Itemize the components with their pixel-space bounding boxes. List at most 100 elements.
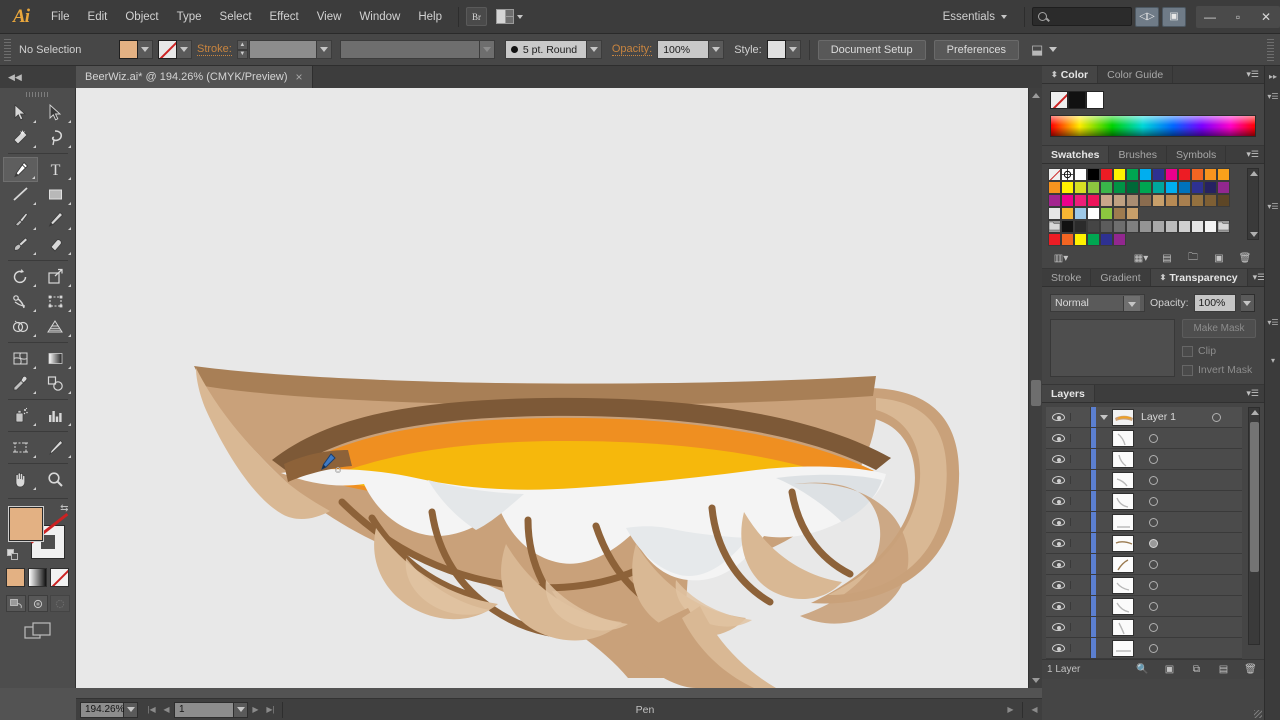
- layer-lock-toggle[interactable]: [1071, 428, 1091, 448]
- layer-row[interactable]: [1046, 449, 1242, 470]
- artboard-chevron-down-icon[interactable]: [234, 702, 248, 718]
- swatch-cell[interactable]: [1100, 194, 1113, 207]
- layer-row[interactable]: [1046, 575, 1242, 596]
- swatch-cell[interactable]: [1113, 168, 1126, 181]
- menu-select[interactable]: Select: [211, 0, 261, 34]
- layer-lock-toggle[interactable]: [1071, 512, 1091, 532]
- eraser-tool[interactable]: [38, 232, 73, 257]
- make-clipping-mask-icon[interactable]: ▣: [1156, 661, 1183, 679]
- rail-color-menu-icon[interactable]: ▾☰: [1265, 86, 1280, 106]
- tab-symbols[interactable]: Symbols: [1167, 146, 1226, 163]
- opacity-field[interactable]: 100%: [657, 40, 709, 59]
- previous-artboard-button[interactable]: ◀: [159, 702, 174, 718]
- swatch-cell[interactable]: [1087, 233, 1100, 246]
- color-panel-menu-icon[interactable]: ▾☰: [1241, 66, 1264, 83]
- swatch-cell[interactable]: [1074, 181, 1087, 194]
- rail-transparency-menu-icon[interactable]: ▾☰: [1265, 312, 1280, 332]
- layer-lock-toggle[interactable]: [1071, 449, 1091, 469]
- layer-lock-toggle[interactable]: [1071, 617, 1091, 637]
- layer-lock-toggle[interactable]: [1071, 491, 1091, 511]
- color-spectrum-ramp[interactable]: [1050, 115, 1256, 137]
- pen-tool[interactable]: [3, 157, 38, 182]
- swatch-cell[interactable]: [1152, 194, 1165, 207]
- layer-row[interactable]: [1046, 638, 1242, 659]
- blend-tool[interactable]: [38, 371, 73, 396]
- swatch-cell[interactable]: [1087, 207, 1100, 220]
- swatch-cell[interactable]: [1191, 194, 1204, 207]
- layer-name[interactable]: [1134, 581, 1242, 590]
- transparency-opacity-chevron-down-icon[interactable]: [1241, 294, 1255, 312]
- layer-visibility-toggle[interactable]: [1046, 518, 1071, 526]
- layer-name[interactable]: Layer 1: [1134, 411, 1204, 423]
- perspective-grid-tool[interactable]: [38, 314, 73, 339]
- swatch-cell[interactable]: [1087, 181, 1100, 194]
- scroll-up-icon[interactable]: [1032, 93, 1040, 98]
- rotate-tool[interactable]: [3, 264, 38, 289]
- status-menu-icon[interactable]: ▶: [1003, 702, 1018, 718]
- opacity-label[interactable]: Opacity:: [612, 43, 652, 56]
- swatch-cell[interactable]: [1178, 194, 1191, 207]
- swatch-cell[interactable]: [1204, 168, 1217, 181]
- paintbrush-tool[interactable]: [3, 207, 38, 232]
- stroke-swatch-none[interactable]: [158, 40, 177, 59]
- zoom-chevron-down-icon[interactable]: [124, 702, 138, 718]
- artboard-canvas[interactable]: M 人人素材 WWW.RR-SC.COM: [76, 88, 1028, 688]
- layer-lock-toggle[interactable]: [1071, 575, 1091, 595]
- style-chevron-down-icon[interactable]: [786, 40, 801, 59]
- minimize-button[interactable]: —: [1196, 6, 1224, 28]
- scroll-down-icon[interactable]: [1032, 678, 1040, 683]
- workspace-label[interactable]: Essentials: [943, 11, 1001, 23]
- swatch-cell[interactable]: [1100, 220, 1113, 233]
- slice-tool[interactable]: [38, 435, 73, 460]
- layer-row-root[interactable]: Layer 1: [1046, 407, 1242, 428]
- tab-gradient[interactable]: Gradient: [1091, 269, 1150, 286]
- first-artboard-button[interactable]: |◀: [144, 702, 159, 718]
- layers-list[interactable]: Layer 1: [1046, 407, 1242, 659]
- swatch-cell[interactable]: [1139, 181, 1152, 194]
- toolbar-collapse-button[interactable]: ◀◀: [0, 66, 76, 88]
- layer-lock-toggle[interactable]: [1071, 596, 1091, 616]
- tab-color-guide[interactable]: Color Guide: [1098, 66, 1173, 83]
- layer-lock-toggle[interactable]: [1071, 638, 1091, 658]
- document-setup-button[interactable]: Document Setup: [818, 40, 926, 60]
- swatch-cell[interactable]: [1048, 233, 1061, 246]
- new-swatch-icon[interactable]: ▣: [1206, 250, 1232, 266]
- maximize-button[interactable]: ▫: [1224, 6, 1252, 28]
- swatch-cell[interactable]: [1139, 168, 1152, 181]
- layer-target-button[interactable]: [1204, 413, 1228, 422]
- menu-edit[interactable]: Edit: [79, 0, 117, 34]
- swatch-cell[interactable]: [1074, 233, 1087, 246]
- menu-help[interactable]: Help: [409, 0, 451, 34]
- opacity-chevron-down-icon[interactable]: [709, 40, 724, 59]
- layer-row[interactable]: [1046, 596, 1242, 617]
- share-on-behance-button[interactable]: ▣: [1162, 7, 1186, 27]
- graphic-style-swatch[interactable]: [767, 40, 786, 59]
- scale-tool[interactable]: [38, 264, 73, 289]
- swatch-cell[interactable]: [1217, 181, 1230, 194]
- swatch-cell[interactable]: [1074, 207, 1087, 220]
- invert-mask-checkbox-row[interactable]: Invert Mask: [1182, 364, 1256, 376]
- eyedropper-tool[interactable]: [3, 371, 38, 396]
- stroke-weight-stepper[interactable]: ▲ ▼: [237, 40, 248, 59]
- artboard-number-field[interactable]: 1: [174, 702, 234, 718]
- delete-swatch-icon[interactable]: 🗑: [1232, 250, 1258, 266]
- swatch-cell[interactable]: [1126, 168, 1139, 181]
- layer-visibility-toggle[interactable]: [1046, 539, 1071, 547]
- layer-visibility-toggle[interactable]: [1046, 602, 1071, 610]
- free-transform-tool[interactable]: [38, 289, 73, 314]
- current-tool-status[interactable]: Pen: [287, 704, 1003, 716]
- layer-name[interactable]: [1134, 476, 1242, 485]
- swatch-cell[interactable]: [1048, 194, 1061, 207]
- draw-behind-icon[interactable]: [28, 595, 48, 612]
- preferences-button[interactable]: Preferences: [934, 40, 1019, 60]
- show-swatch-kinds-icon[interactable]: ▦▾: [1128, 250, 1154, 266]
- swatch-cell[interactable]: [1126, 207, 1139, 220]
- swatch-cell[interactable]: [1165, 194, 1178, 207]
- layer-name[interactable]: [1134, 497, 1242, 506]
- width-tool[interactable]: [3, 289, 38, 314]
- swatch-cell[interactable]: [1165, 168, 1178, 181]
- pencil-tool[interactable]: [38, 207, 73, 232]
- swatch-cell[interactable]: [1061, 207, 1074, 220]
- last-artboard-button[interactable]: ▶|: [263, 702, 278, 718]
- stroke-profile-field[interactable]: [340, 40, 480, 59]
